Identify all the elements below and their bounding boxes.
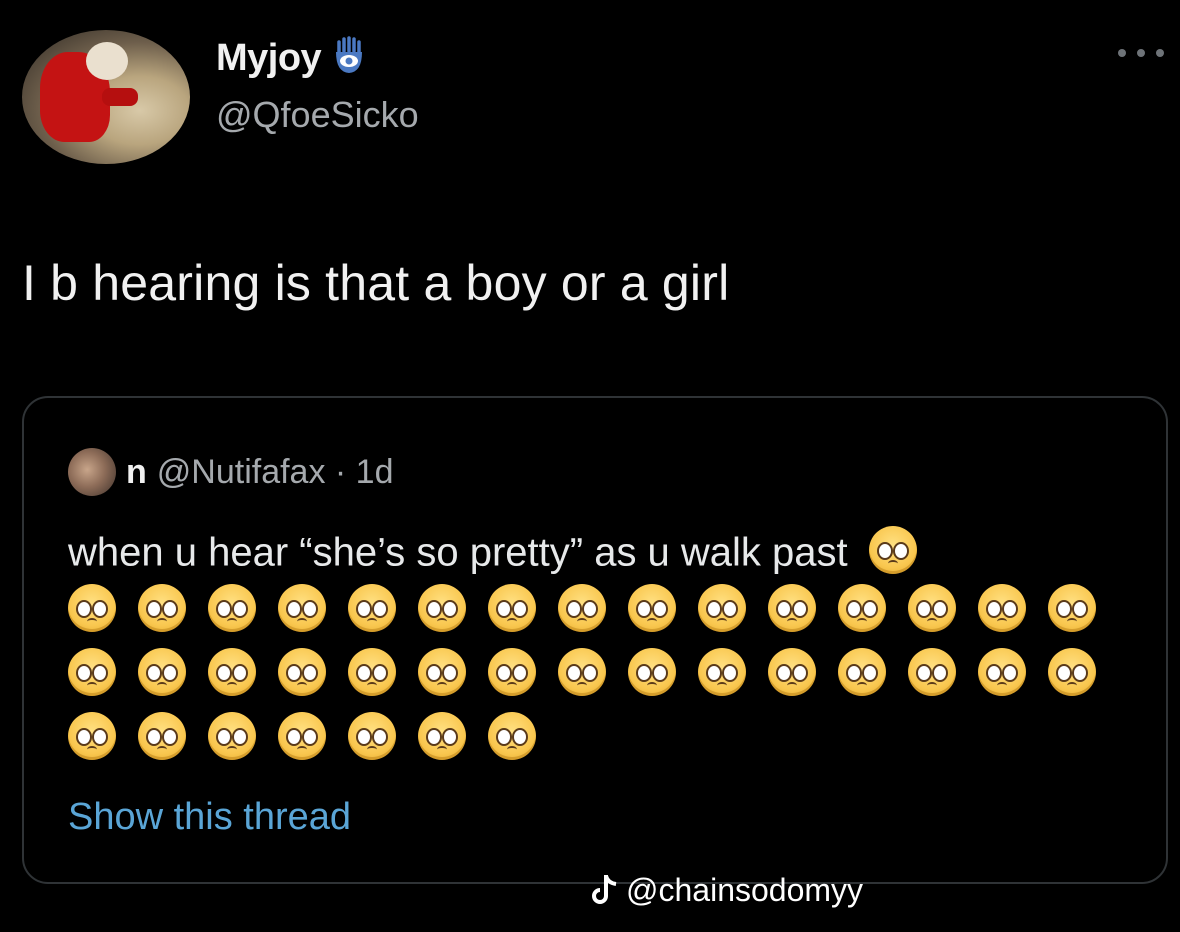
- pleading-face-icon: [138, 584, 186, 632]
- pleading-face-icon: [138, 648, 186, 696]
- pleading-face-icon: [418, 584, 466, 632]
- pleading-face-icon: [908, 648, 956, 696]
- tiktok-icon: [590, 873, 620, 907]
- pleading-face-icon: [68, 712, 116, 760]
- hamsa-eye-icon: [329, 35, 369, 81]
- quoted-tweet-text: when u hear “she’s so pretty” as u walk …: [68, 530, 848, 575]
- tweet-text: I b hearing is that a boy or a girl: [22, 255, 730, 311]
- avatar-head: [86, 42, 128, 80]
- pleading-face-icon: [628, 648, 676, 696]
- pleading-face-icon: [208, 712, 256, 760]
- pleading-face-icon: [698, 648, 746, 696]
- pleading-face-icon: [418, 712, 466, 760]
- pleading-face-icon: [348, 648, 396, 696]
- quoted-tweet-header: n @Nutifafax · 1d: [68, 446, 394, 498]
- pleading-face-icon: [628, 584, 676, 632]
- pleading-face-icon: [138, 712, 186, 760]
- avatar-arm: [102, 88, 138, 106]
- pleading-face-icon: [68, 584, 116, 632]
- author-name[interactable]: Myjoy: [216, 37, 322, 80]
- pleading-face-icon: [488, 584, 536, 632]
- pleading-face-icon: [838, 648, 886, 696]
- pleading-face-icon: [768, 648, 816, 696]
- pleading-face-icon: [208, 584, 256, 632]
- pleading-face-icon: [838, 584, 886, 632]
- more-dots-icon[interactable]: [1118, 46, 1164, 60]
- quoted-author-avatar: [68, 448, 116, 496]
- pleading-face-icon: [908, 584, 956, 632]
- author-handle[interactable]: @QfoeSicko: [216, 94, 419, 136]
- pleading-face-icon: [698, 584, 746, 632]
- pleading-face-icon: [278, 648, 326, 696]
- pleading-face-icon: [558, 584, 606, 632]
- author-name-row: Myjoy: [216, 35, 369, 81]
- pleading-face-icon: [1048, 584, 1096, 632]
- pleading-face-icon: [488, 648, 536, 696]
- quoted-tweet-text-line: when u hear “she’s so pretty” as u walk …: [68, 526, 1128, 584]
- emoji-row: [68, 584, 1148, 632]
- quoted-author-name: n: [126, 452, 147, 491]
- tiktok-watermark: @chainsodomyy: [590, 870, 863, 910]
- pleading-face-icon: [1048, 648, 1096, 696]
- author-avatar[interactable]: [22, 30, 190, 164]
- pleading-face-icon: [348, 712, 396, 760]
- emoji-row: [68, 712, 1148, 760]
- quoted-author-handle-time: @Nutifafax · 1d: [156, 452, 394, 491]
- watermark-handle: @chainsodomyy: [626, 871, 864, 908]
- pleading-face-icon: [978, 648, 1026, 696]
- pleading-face-icon: [978, 584, 1026, 632]
- pleading-face-icon: [278, 584, 326, 632]
- pleading-face-icon: [348, 584, 396, 632]
- pleading-face-icon: [418, 648, 466, 696]
- pleading-face-icon: [208, 648, 256, 696]
- emoji-row: [68, 648, 1148, 696]
- pleading-face-icon: [868, 526, 917, 584]
- show-this-thread-link[interactable]: Show this thread: [68, 796, 351, 839]
- pleading-face-icon: [68, 648, 116, 696]
- emoji-grid: [68, 584, 1148, 776]
- quoted-tweet[interactable]: n @Nutifafax · 1d when u hear “she’s so …: [22, 396, 1168, 884]
- pleading-face-icon: [488, 712, 536, 760]
- pleading-face-icon: [768, 584, 816, 632]
- pleading-face-icon: [558, 648, 606, 696]
- pleading-face-icon: [278, 712, 326, 760]
